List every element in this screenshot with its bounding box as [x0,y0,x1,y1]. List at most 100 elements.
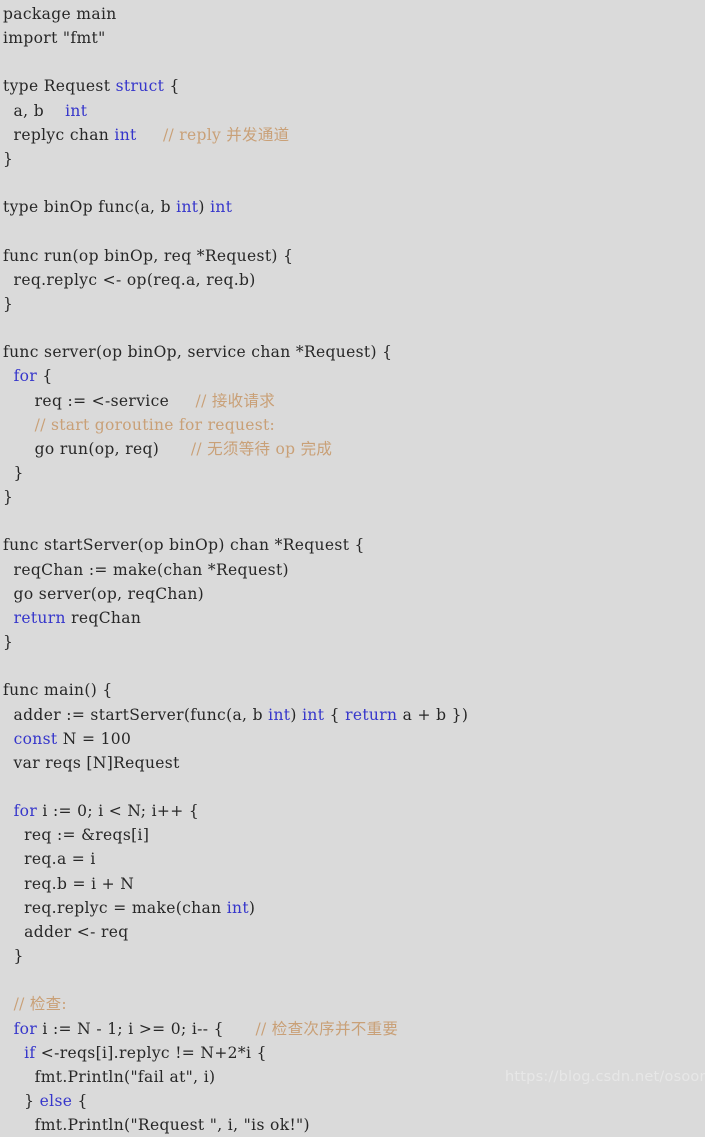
code-text: import "fmt" [3,29,106,48]
code-text: fmt.Println("Request ", i, "is ok!") [3,1116,310,1135]
code-text: adder := startServer(func(a, b [3,705,269,724]
code-text: req.a = i [3,850,96,869]
code-text: reqChan := make(chan *Request) [3,560,289,579]
code-keyword: for [13,802,38,821]
code-line: a, b int [3,99,705,123]
code-text: i := 0; i < N; i++ { [37,802,200,821]
code-line: req.a = i [3,847,705,871]
code-text: fmt.Println("fail at", i) [3,1067,216,1086]
code-text: req := <-service [3,391,196,410]
code-text: replyc chan [3,125,115,144]
code-line: } [3,147,705,171]
code-line: for { [3,364,705,388]
code-keyword: return [13,608,66,627]
code-text: } [3,294,14,313]
code-text: reqChan [65,608,142,627]
code-keyword: int [114,125,137,144]
code-text: ) [290,705,303,724]
code-comment: // start goroutine for request: [34,415,276,434]
code-line: reqChan := make(chan *Request) [3,558,705,582]
code-text: type binOp func(a, b [3,198,177,217]
code-text: func server(op binOp, service chan *Requ… [3,343,393,362]
code-line: type Request struct { [3,74,705,98]
code-line: adder <- req [3,920,705,944]
code-comment: // 无须等待 op 完成 [190,439,333,458]
code-text: } [3,488,14,507]
code-text: { [72,1092,88,1111]
code-text: { [324,705,346,724]
code-line: // start goroutine for request: [3,413,705,437]
code-listing: package main import "fmt" type Request st… [0,0,705,1137]
code-text: package main [3,5,117,23]
code-line: for i := N - 1; i >= 0; i-- { // 检查次序并不重… [3,1017,705,1041]
code-line: func server(op binOp, service chan *Requ… [3,340,705,364]
code-line: func main() { [3,678,705,702]
code-comment: // reply 并发通道 [163,125,290,144]
code-line: const N = 100 [3,727,705,751]
code-text: var reqs [N]Request [3,753,180,772]
code-text: } [3,633,14,652]
code-line: req := <-service // 接收请求 [3,389,705,413]
code-keyword: int [176,198,199,217]
code-line: type binOp func(a, b int) int [3,195,705,219]
code-line: req := &reqs[i] [3,823,705,847]
code-line: } else { [3,1089,705,1113]
code-keyword: return [345,705,398,724]
code-line: if <-reqs[i].replyc != N+2*i { [3,1041,705,1065]
code-line: for i := 0; i < N; i++ { [3,799,705,823]
code-text: func startServer(op binOp) chan *Request… [3,536,365,555]
code-line: adder := startServer(func(a, b int) int … [3,703,705,727]
code-text: ) [248,898,256,917]
code-comment: // 检查次序并不重要 [255,1019,399,1038]
code-text: <-reqs[i].replyc != N+2*i { [35,1043,267,1062]
code-text: req.b = i + N [3,874,135,893]
code-text: } [3,463,24,482]
code-line: } [3,485,705,509]
code-text: type Request [3,77,116,96]
code-keyword: for [13,367,38,386]
code-comment: // 接收请求 [195,391,276,410]
code-keyword: int [226,898,249,917]
code-keyword: const [13,729,58,748]
code-line: func startServer(op binOp) chan *Request… [3,533,705,557]
code-line: func run(op binOp, req *Request) { [3,244,705,268]
code-line: replyc chan int // reply 并发通道 [3,123,705,147]
code-text: adder <- req [3,922,129,941]
code-line: return reqChan [3,606,705,630]
code-keyword: int [210,198,233,217]
code-text: { [164,77,180,96]
code-line: fmt.Println("fail at", i) [3,1065,705,1089]
code-line: import "fmt" [3,26,705,50]
code-line: } [3,630,705,654]
code-line: go server(op, reqChan) [3,582,705,606]
code-text: } [3,149,14,168]
code-text: ) [198,198,211,217]
code-text: go run(op, req) [3,439,191,458]
code-line: go run(op, req) // 无须等待 op 完成 [3,437,705,461]
code-comment: // 检查: [13,995,67,1014]
code-text: i := N - 1; i >= 0; i-- { [37,1019,256,1038]
code-line: } [3,944,705,968]
code-line: // 检查: [3,992,705,1016]
code-keyword: struct [115,77,165,96]
code-text: { [37,367,53,386]
code-line: req.replyc <- op(req.a, req.b) [3,268,705,292]
code-text: N = 100 [57,729,132,748]
code-line: } [3,461,705,485]
code-text: a + b }) [397,705,469,724]
code-text: a, b [3,101,66,120]
